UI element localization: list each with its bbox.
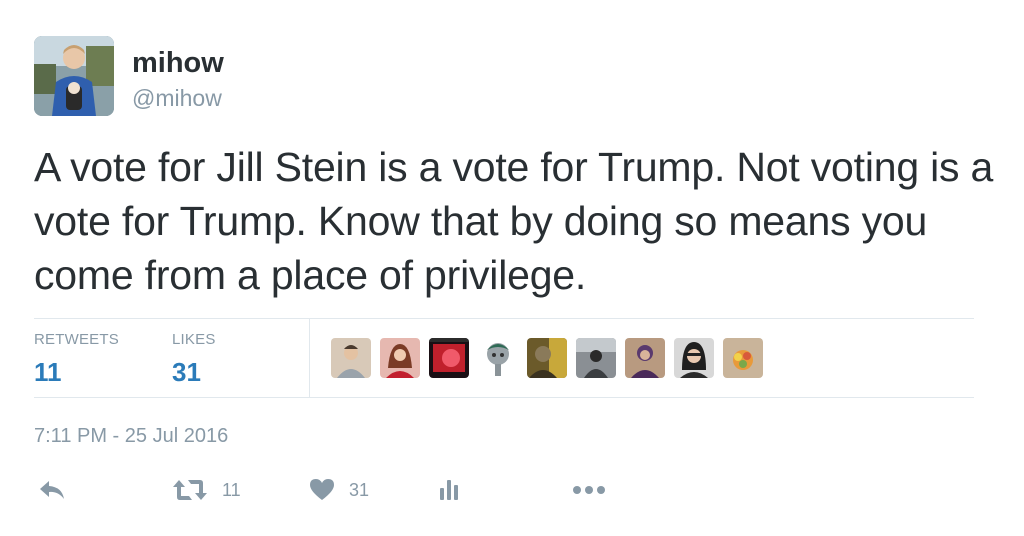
liker-avatar[interactable] (380, 338, 420, 378)
likes-label: LIKES (172, 331, 216, 348)
reply-icon (38, 478, 66, 502)
like-button[interactable]: 31 (309, 476, 369, 504)
more-icon (572, 485, 606, 495)
analytics-icon (437, 478, 461, 502)
liker-avatar[interactable] (723, 338, 763, 378)
retweets-label: RETWEETS (34, 331, 119, 348)
stats-top-divider (34, 318, 974, 319)
display-name[interactable]: mihow (132, 46, 224, 80)
stats-vertical-divider (309, 319, 310, 397)
retweets-count: 11 (34, 357, 62, 387)
more-button[interactable] (572, 476, 606, 504)
heart-icon (309, 478, 335, 502)
liker-avatar[interactable] (429, 338, 469, 378)
liker-avatar[interactable] (576, 338, 616, 378)
liker-avatar[interactable] (331, 338, 371, 378)
analytics-button[interactable] (437, 476, 461, 504)
retweets-stat[interactable]: RETWEETS 11 (34, 331, 119, 387)
retweet-count: 11 (222, 479, 241, 500)
tweet-timestamp[interactable]: 7:11 PM - 25 Jul 2016 (34, 424, 228, 448)
liker-avatar[interactable] (625, 338, 665, 378)
likes-stat[interactable]: LIKES 31 (172, 331, 216, 387)
liker-avatars (331, 338, 763, 378)
reply-button[interactable] (38, 476, 66, 504)
profile-avatar[interactable] (34, 36, 114, 116)
retweet-icon (172, 478, 208, 502)
user-handle[interactable]: @mihow (132, 84, 222, 112)
retweet-button[interactable]: 11 (172, 476, 241, 504)
stats-bottom-divider (34, 397, 974, 398)
like-count: 31 (349, 479, 370, 500)
likes-count: 31 (172, 357, 201, 387)
liker-avatar[interactable] (674, 338, 714, 378)
tweet-text: A vote for Jill Stein is a vote for Trum… (34, 144, 994, 298)
liker-avatar[interactable] (527, 338, 567, 378)
liker-avatar[interactable] (478, 338, 518, 378)
